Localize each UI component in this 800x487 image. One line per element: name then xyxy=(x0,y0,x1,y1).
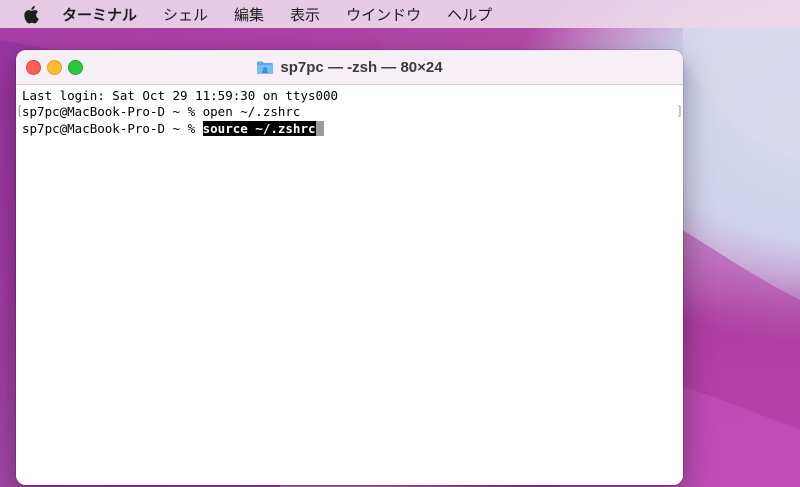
zoom-button[interactable] xyxy=(68,60,83,75)
minimize-button[interactable] xyxy=(47,60,62,75)
menu-view[interactable]: 表示 xyxy=(290,4,320,25)
terminal-window: sp7pc — -zsh — 80×24 Last login: Sat Oct… xyxy=(16,50,683,485)
menu-app-name[interactable]: ターミナル xyxy=(62,4,137,25)
menu-shell[interactable]: シェル xyxy=(163,4,208,25)
terminal-content[interactable]: Last login: Sat Oct 29 11:59:30 on ttys0… xyxy=(16,85,683,485)
terminal-line-last-login: Last login: Sat Oct 29 11:59:30 on ttys0… xyxy=(22,88,339,103)
selected-command[interactable]: source ~/.zshrc xyxy=(202,121,316,136)
folder-icon xyxy=(256,60,274,75)
menu-bar: ターミナル シェル 編集 表示 ウインドウ ヘルプ xyxy=(0,0,800,28)
terminal-prompt: sp7pc@MacBook-Pro-D ~ % xyxy=(22,104,203,119)
window-title: sp7pc — -zsh — 80×24 xyxy=(16,50,683,84)
line-mark-right: ] xyxy=(676,104,683,118)
terminal-line-command2: sp7pc@MacBook-Pro-D ~ % source ~/.zshrc xyxy=(22,120,324,137)
terminal-command: open ~/.zshrc xyxy=(202,104,301,119)
menu-help[interactable]: ヘルプ xyxy=(447,4,492,25)
terminal-prompt: sp7pc@MacBook-Pro-D ~ % xyxy=(22,121,203,136)
close-button[interactable] xyxy=(26,60,41,75)
menu-edit[interactable]: 編集 xyxy=(234,4,264,25)
apple-logo-icon[interactable] xyxy=(22,4,40,24)
window-titlebar[interactable]: sp7pc — -zsh — 80×24 xyxy=(16,50,683,85)
terminal-line-command1: sp7pc@MacBook-Pro-D ~ % open ~/.zshrc xyxy=(22,103,300,120)
terminal-cursor xyxy=(315,121,324,136)
menu-window[interactable]: ウインドウ xyxy=(346,4,421,25)
window-title-text: sp7pc — -zsh — 80×24 xyxy=(280,58,443,76)
